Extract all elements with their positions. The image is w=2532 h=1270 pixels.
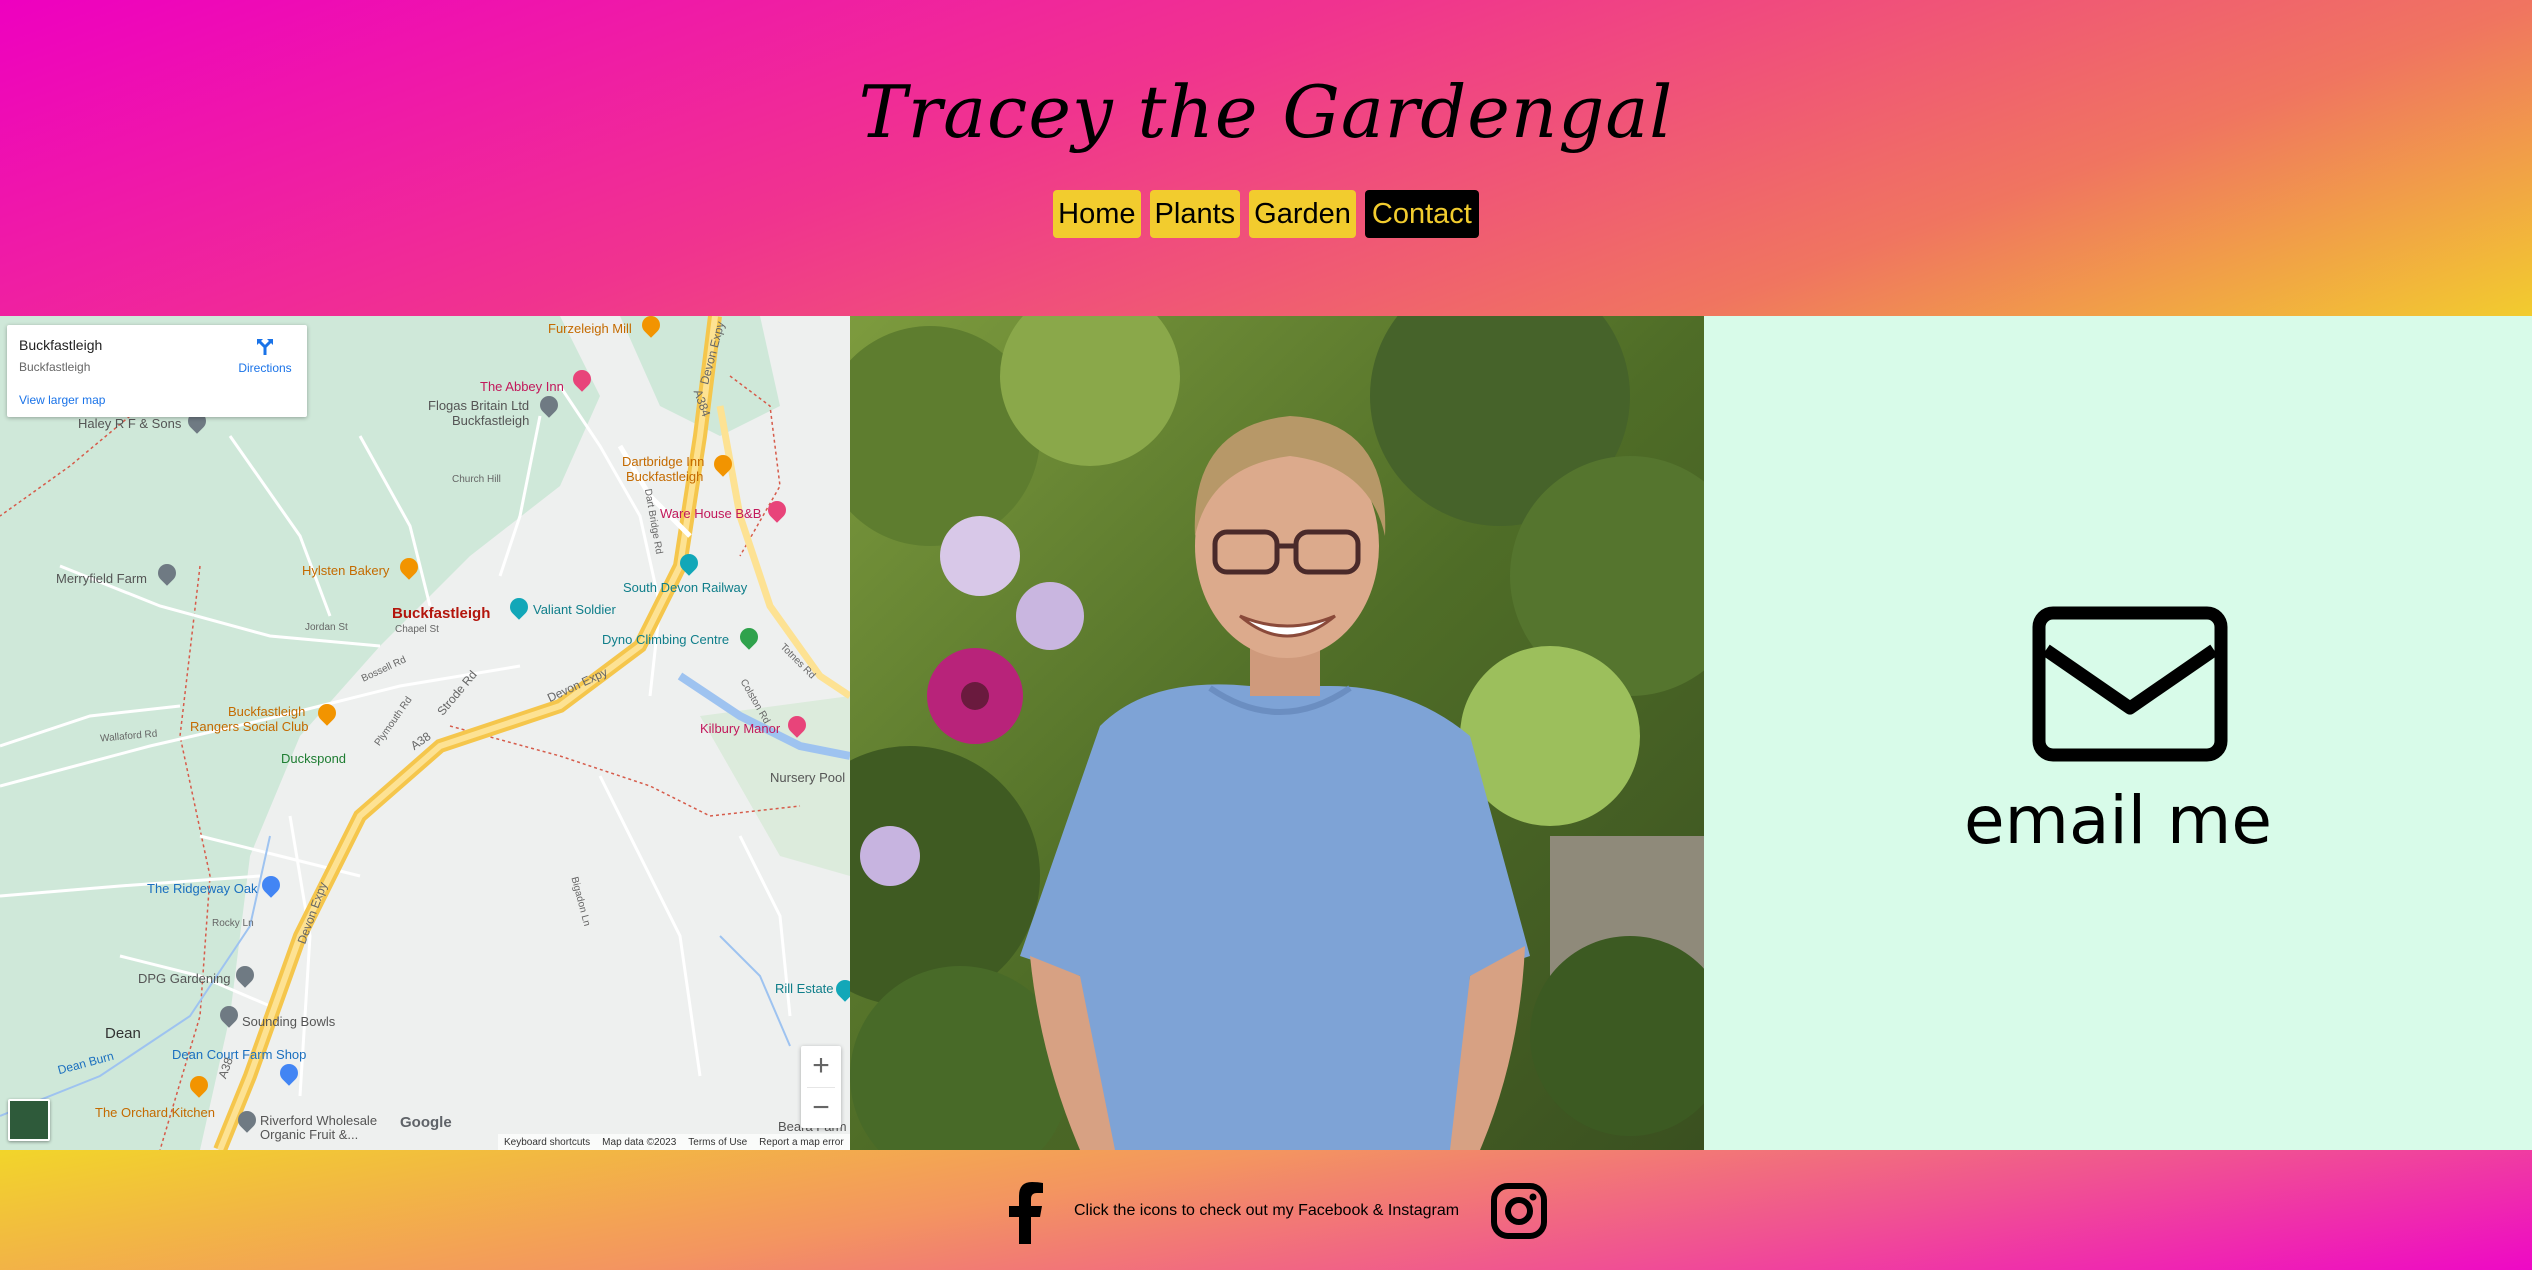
map-label-dartbridge[interactable]: Dartbridge Inn [622, 454, 704, 469]
map-type-toggle[interactable] [8, 1099, 50, 1141]
map-label-rangers[interactable]: Buckfastleigh [228, 704, 305, 719]
road-label: Jordan St [305, 622, 348, 633]
site-footer: Click the icons to check out my Facebook… [0, 1150, 2532, 1270]
google-logo: Google [400, 1114, 452, 1131]
map-label-nursery-pool[interactable]: Nursery Pool [770, 770, 845, 785]
site-header: Tracey the Gardengal Home Plants Garden … [0, 0, 2532, 316]
map-info-card: Buckfastleigh Buckfastleigh View larger … [7, 325, 307, 417]
map-label-flogas[interactable]: Flogas Britain Ltd [428, 398, 529, 413]
nav-contact[interactable]: Contact [1364, 190, 1479, 238]
map-label-dean[interactable]: Dean [105, 1025, 141, 1042]
nav-garden[interactable]: Garden [1249, 190, 1356, 238]
map-label-dyno[interactable]: Dyno Climbing Centre [602, 632, 729, 647]
map-label-riverford[interactable]: Riverford Wholesale [260, 1113, 377, 1128]
map-label-abbey-inn[interactable]: The Abbey Inn [480, 379, 564, 394]
map-label-flogas-2[interactable]: Buckfastleigh [452, 413, 529, 428]
photo-illustration [850, 316, 1704, 1150]
map-label-valiant[interactable]: Valiant Soldier [533, 602, 616, 617]
report-error-link[interactable]: Report a map error [759, 1137, 843, 1148]
directions-button[interactable]: Directions [235, 337, 295, 375]
instagram-icon[interactable] [1490, 1182, 1548, 1240]
map-label-riverford-2[interactable]: Organic Fruit &... [260, 1127, 358, 1142]
email-me-link[interactable]: email me [1704, 316, 2532, 1150]
map-data-text: Map data ©2023 [602, 1136, 677, 1148]
map-label-duckspond[interactable]: Duckspond [281, 751, 346, 766]
terms-link[interactable]: Terms of Use [688, 1137, 747, 1148]
map-label-merryfield[interactable]: Merryfield Farm [56, 571, 147, 586]
map-label-dpg[interactable]: DPG Gardening [138, 971, 231, 986]
map-label-rangers-2[interactable]: Rangers Social Club [190, 719, 309, 734]
map-label-furzeleigh[interactable]: Furzeleigh Mill [548, 321, 632, 336]
road-label: Rocky Ln [212, 918, 254, 929]
map-label-rill[interactable]: Rill Estate [775, 981, 834, 996]
map-attribution: Keyboard shortcuts Map data ©2023 Terms … [498, 1134, 850, 1150]
map-label-ridgeway[interactable]: The Ridgeway Oak [147, 881, 258, 896]
map-label-dartbridge-2[interactable]: Buckfastleigh [626, 469, 703, 484]
email-me-label: email me [1964, 782, 2272, 859]
map-label-kilbury[interactable]: Kilbury Manor [700, 721, 780, 736]
envelope-icon [2032, 606, 2228, 762]
map-label-south-devon-railway[interactable]: South Devon Railway [623, 580, 747, 595]
main-content: Furzeleigh Mill The Abbey Inn Flogas Bri… [0, 316, 2532, 1150]
map-label-hylsten[interactable]: Hylsten Bakery [302, 563, 389, 578]
zoom-controls: + − [801, 1046, 841, 1128]
directions-label: Directions [238, 361, 292, 375]
portrait-photo [850, 316, 1704, 1150]
map-label-warehouse[interactable]: Ware House B&B [660, 506, 761, 521]
embedded-map[interactable]: Furzeleigh Mill The Abbey Inn Flogas Bri… [0, 316, 850, 1150]
zoom-in-button[interactable]: + [801, 1046, 841, 1086]
map-label-town[interactable]: Buckfastleigh [392, 605, 490, 622]
nav-plants[interactable]: Plants [1149, 190, 1241, 238]
nav-home[interactable]: Home [1053, 190, 1141, 238]
zoom-out-button[interactable]: − [801, 1088, 841, 1128]
keyboard-shortcuts-link[interactable]: Keyboard shortcuts [504, 1137, 590, 1148]
site-title: Tracey the Gardengal [858, 70, 1674, 154]
road-label: Church Hill [452, 474, 501, 485]
road-label: Chapel St [395, 624, 439, 635]
map-card-subtitle: Buckfastleigh [19, 360, 91, 374]
footer-message: Click the icons to check out my Facebook… [1074, 1202, 1460, 1219]
map-label-dean-court[interactable]: Dean Court Farm Shop [172, 1047, 306, 1062]
map-label-sounding-bowls[interactable]: Sounding Bowls [242, 1014, 335, 1029]
map-label-orchard[interactable]: The Orchard Kitchen [95, 1105, 215, 1120]
map-card-title: Buckfastleigh [19, 337, 103, 353]
directions-icon [257, 339, 273, 355]
main-nav: Home Plants Garden Contact [0, 190, 2532, 238]
view-larger-map-link[interactable]: View larger map [19, 393, 105, 407]
facebook-icon[interactable] [1005, 1182, 1045, 1244]
map-label-haley[interactable]: Haley R F & Sons [78, 416, 181, 431]
